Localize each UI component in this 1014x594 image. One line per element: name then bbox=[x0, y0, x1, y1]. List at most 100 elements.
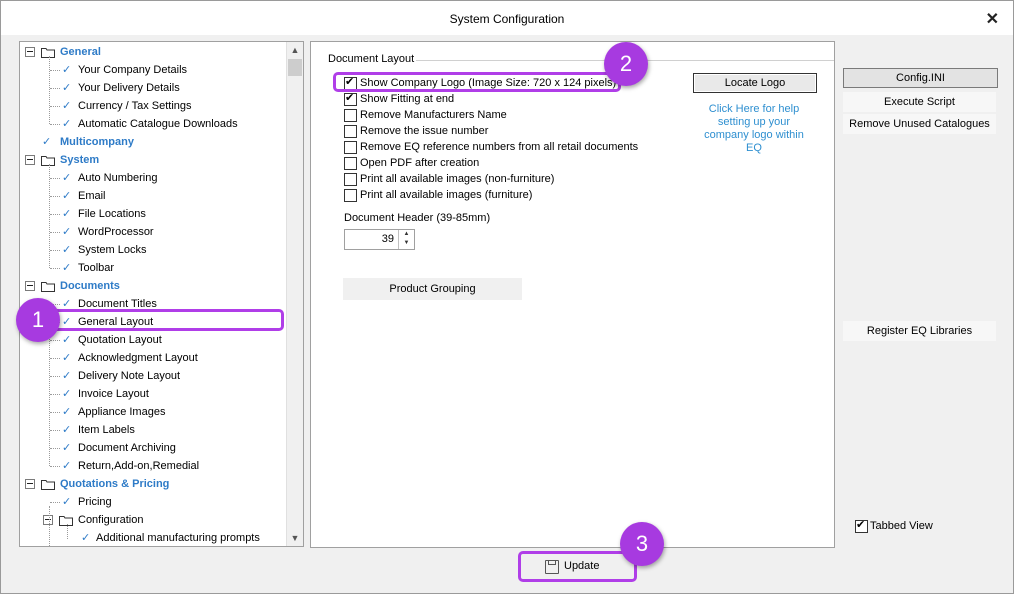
tree-node-configuration[interactable]: Configuration bbox=[20, 511, 286, 529]
locate-logo-button[interactable]: Locate Logo bbox=[693, 73, 817, 93]
tree-node-general[interactable]: General bbox=[20, 43, 286, 61]
tree-node-toolbar[interactable]: ✓ Toolbar bbox=[20, 259, 286, 277]
check-icon: ✓ bbox=[62, 388, 72, 400]
check-icon: ✓ bbox=[62, 208, 72, 220]
register-eq-libraries-button[interactable]: Register EQ Libraries bbox=[843, 321, 996, 341]
spin-up-icon[interactable]: ▲ bbox=[399, 230, 414, 239]
collapse-icon[interactable] bbox=[25, 479, 35, 489]
tree-node-document-archiving[interactable]: ✓ Document Archiving bbox=[20, 439, 286, 457]
tabbed-view-label: Tabbed View bbox=[870, 520, 933, 532]
tree-node-system[interactable]: System bbox=[20, 151, 286, 169]
check-icon: ✓ bbox=[42, 136, 52, 148]
collapse-icon[interactable] bbox=[43, 515, 53, 525]
tree-item-document-archiving: Document Archiving bbox=[78, 442, 176, 454]
tree-node-wordprocessor[interactable]: ✓ WordProcessor bbox=[20, 223, 286, 241]
tree-node-additional-manufacturing-prompts[interactable]: ✓ Additional manufacturing prompts bbox=[20, 529, 286, 546]
check-icon: ✓ bbox=[62, 82, 72, 94]
checkbox-icon[interactable] bbox=[344, 109, 357, 122]
scroll-up-icon[interactable]: ▲ bbox=[287, 42, 303, 58]
option-label: Remove the issue number bbox=[360, 125, 489, 137]
spin-down-icon[interactable]: ▼ bbox=[399, 239, 414, 248]
check-icon: ✓ bbox=[62, 118, 72, 130]
tree-cat-general: General bbox=[60, 46, 101, 58]
tree-node-documents[interactable]: Documents bbox=[20, 277, 286, 295]
tree-node-return-add-on-remedial[interactable]: ✓ Return,Add-on,Remedial bbox=[20, 457, 286, 475]
checkbox-icon[interactable] bbox=[344, 125, 357, 138]
checkbox-icon[interactable] bbox=[344, 173, 357, 186]
logo-help-link[interactable]: Click Here for help setting up your comp… bbox=[695, 103, 813, 155]
tree-scrollbar[interactable]: ▲ ▼ bbox=[286, 42, 303, 546]
option-label: Remove Manufacturers Name bbox=[360, 109, 507, 121]
product-grouping-button[interactable]: Product Grouping bbox=[343, 278, 522, 300]
tree-item-email: Email bbox=[78, 190, 106, 202]
document-header-spinner[interactable]: 39 ▲ ▼ bbox=[344, 229, 415, 250]
tree-item-item-labels: Item Labels bbox=[78, 424, 135, 436]
tree-connector bbox=[49, 56, 50, 124]
check-icon: ✓ bbox=[62, 352, 72, 364]
tree-node-invoice-layout[interactable]: ✓ Invoice Layout bbox=[20, 385, 286, 403]
tree-item-invoice-layout: Invoice Layout bbox=[78, 388, 149, 400]
tree-cat-documents: Documents bbox=[60, 280, 120, 292]
highlight-update-button bbox=[518, 551, 637, 582]
collapse-icon[interactable] bbox=[25, 47, 35, 57]
tree-item-toolbar: Toolbar bbox=[78, 262, 115, 274]
document-header-value[interactable]: 39 bbox=[382, 233, 394, 245]
tree-connector bbox=[67, 524, 68, 539]
option-label: Print all available images (furniture) bbox=[360, 189, 533, 201]
checkbox-icon[interactable] bbox=[855, 518, 868, 533]
tree-node-file-locations[interactable]: ✓ File Locations bbox=[20, 205, 286, 223]
title-bar: System Configuration ✕ bbox=[1, 1, 1013, 35]
scroll-thumb[interactable] bbox=[288, 59, 302, 76]
checkbox-icon[interactable] bbox=[344, 189, 357, 202]
settings-tree[interactable]: General ✓ Your Company Details ✓ Your Delive… bbox=[19, 41, 304, 547]
annotation-badge-2: 2 bbox=[604, 42, 648, 86]
tree-node-automatic-catalogue-downloads[interactable]: ✓ Automatic Catalogue Downloads bbox=[20, 115, 286, 133]
tree-node-system-locks[interactable]: ✓ System Locks bbox=[20, 241, 286, 259]
annotation-badge-1: 1 bbox=[16, 298, 60, 342]
check-icon: ✓ bbox=[62, 100, 72, 112]
folder-icon bbox=[41, 478, 55, 490]
collapse-icon[interactable] bbox=[25, 155, 35, 165]
tree-node-quotations-pricing[interactable]: Quotations & Pricing bbox=[20, 475, 286, 493]
tree-node-quotation-layout[interactable]: ✓ Quotation Layout bbox=[20, 331, 286, 349]
annotation-badge-3: 3 bbox=[620, 522, 664, 566]
close-icon[interactable]: ✕ bbox=[986, 9, 999, 29]
check-icon: ✓ bbox=[62, 460, 72, 472]
highlight-general-layout bbox=[48, 309, 284, 331]
tree-node-currency-tax-settings[interactable]: ✓ Currency / Tax Settings bbox=[20, 97, 286, 115]
tree-item-return-add-on-remedial: Return,Add-on,Remedial bbox=[78, 460, 200, 472]
document-layout-panel: Document Layout Show Company Logo (Image… bbox=[310, 41, 835, 548]
tree-node-your-company-details[interactable]: ✓ Your Company Details bbox=[20, 61, 286, 79]
window-title: System Configuration bbox=[449, 12, 565, 26]
tree-node-auto-numbering[interactable]: ✓ Auto Numbering bbox=[20, 169, 286, 187]
config-ini-button[interactable]: Config.INI bbox=[843, 68, 998, 88]
execute-script-button[interactable]: Execute Script bbox=[843, 92, 996, 112]
tree-item-wordprocessor: WordProcessor bbox=[78, 226, 154, 238]
tree-node-appliance-images[interactable]: ✓ Appliance Images bbox=[20, 403, 286, 421]
tree-item-pricing: Pricing bbox=[78, 496, 112, 508]
checkbox-icon[interactable] bbox=[344, 157, 357, 170]
scroll-down-icon[interactable]: ▼ bbox=[287, 530, 303, 546]
tree-node-item-labels[interactable]: ✓ Item Labels bbox=[20, 421, 286, 439]
check-icon: ✓ bbox=[62, 370, 72, 382]
option-label: Show Fitting at end bbox=[360, 93, 455, 105]
check-icon: ✓ bbox=[62, 64, 72, 76]
tree-connector bbox=[49, 164, 50, 268]
tree-node-acknowledgment-layout[interactable]: ✓ Acknowledgment Layout bbox=[20, 349, 286, 367]
check-icon: ✓ bbox=[62, 190, 72, 202]
tree-item-acknowledgment-layout: Acknowledgment Layout bbox=[78, 352, 198, 364]
folder-icon bbox=[41, 46, 55, 58]
tree-node-multicompany[interactable]: ✓ Multicompany bbox=[20, 133, 286, 151]
tree-node-email[interactable]: ✓ Email bbox=[20, 187, 286, 205]
tree-item-your-delivery-details: Your Delivery Details bbox=[78, 82, 180, 94]
remove-unused-catalogues-button[interactable]: Remove Unused Catalogues bbox=[843, 114, 996, 134]
tree-node-delivery-note-layout[interactable]: ✓ Delivery Note Layout bbox=[20, 367, 286, 385]
tree-node-pricing[interactable]: ✓ Pricing bbox=[20, 493, 286, 511]
collapse-icon[interactable] bbox=[25, 281, 35, 291]
tree-node-your-delivery-details[interactable]: ✓ Your Delivery Details bbox=[20, 79, 286, 97]
checkbox-icon[interactable] bbox=[344, 141, 357, 154]
tree-item-currency-tax-settings: Currency / Tax Settings bbox=[78, 100, 192, 112]
tree-item-automatic-catalogue-downloads: Automatic Catalogue Downloads bbox=[78, 118, 238, 130]
tree-item-file-locations: File Locations bbox=[78, 208, 146, 220]
checkbox-icon[interactable] bbox=[344, 91, 357, 106]
